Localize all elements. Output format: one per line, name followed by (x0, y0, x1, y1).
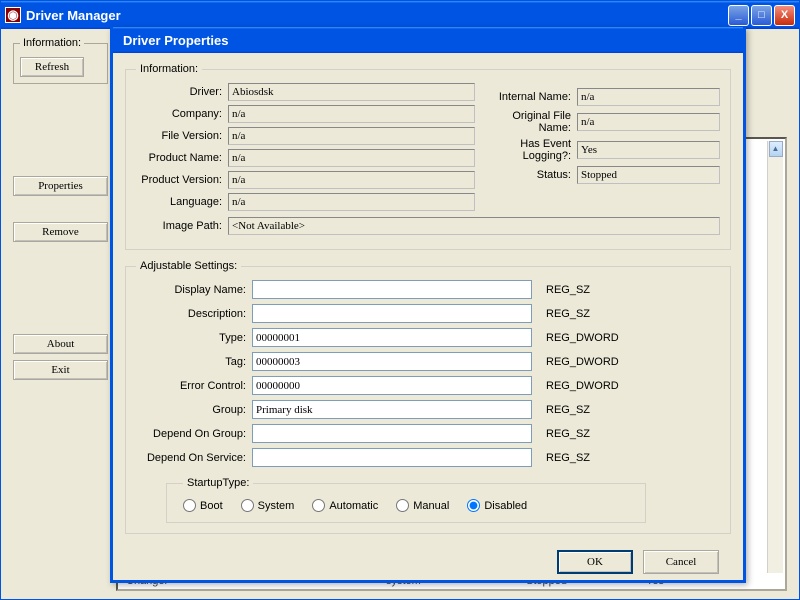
information-legend: Information: (136, 63, 202, 75)
startup-automatic-radio[interactable]: Automatic (312, 499, 378, 512)
product-version-field (228, 171, 475, 189)
ok-button[interactable]: OK (557, 550, 633, 574)
dialog-titlebar: Driver Properties (113, 27, 743, 53)
left-panel: Information: Refresh Properties Remove A… (13, 37, 108, 591)
description-input[interactable] (252, 304, 532, 323)
startup-legend: StartupType: (183, 477, 253, 489)
adjustable-settings-fieldset: Adjustable Settings: Display Name:REG_SZ… (125, 260, 731, 534)
display-name-input[interactable] (252, 280, 532, 299)
company-field (228, 105, 475, 123)
status-field (577, 166, 720, 184)
maximize-button[interactable]: □ (751, 5, 772, 26)
depend-group-input[interactable] (252, 424, 532, 443)
type-input[interactable] (252, 328, 532, 347)
properties-button[interactable]: Properties (13, 176, 108, 196)
tag-input[interactable] (252, 352, 532, 371)
internal-name-field (577, 88, 720, 106)
information-legend: Information: (20, 37, 84, 49)
file-version-field (228, 127, 475, 145)
about-button[interactable]: About (13, 334, 108, 354)
adjustable-legend: Adjustable Settings: (136, 260, 241, 272)
driver-field (228, 83, 475, 101)
dialog-title: Driver Properties (117, 33, 739, 48)
startup-boot-radio[interactable]: Boot (183, 499, 223, 512)
event-logging-field (577, 141, 720, 159)
main-title: Driver Manager (26, 8, 728, 23)
original-file-field (577, 113, 720, 131)
information-group: Information: Refresh (13, 37, 108, 84)
startup-manual-radio[interactable]: Manual (396, 499, 449, 512)
exit-button[interactable]: Exit (13, 360, 108, 380)
driver-properties-dialog: Driver Properties Information: Driver: C… (110, 27, 746, 583)
scroll-up-icon[interactable]: ▲ (769, 141, 783, 157)
remove-button[interactable]: Remove (13, 222, 108, 242)
close-button[interactable]: X (774, 5, 795, 26)
information-fieldset: Information: Driver: Company: File Versi… (125, 63, 731, 250)
startup-system-radio[interactable]: System (241, 499, 295, 512)
scrollbar-vertical[interactable]: ▲ (767, 141, 783, 587)
main-titlebar: ◉ Driver Manager _ □ X (1, 1, 799, 29)
minimize-button[interactable]: _ (728, 5, 749, 26)
startup-disabled-radio[interactable]: Disabled (467, 499, 527, 512)
cancel-button[interactable]: Cancel (643, 550, 719, 574)
refresh-button[interactable]: Refresh (20, 57, 84, 77)
product-name-field (228, 149, 475, 167)
group-input[interactable] (252, 400, 532, 419)
depend-service-input[interactable] (252, 448, 532, 467)
language-field (228, 193, 475, 211)
image-path-field (228, 217, 720, 235)
error-control-input[interactable] (252, 376, 532, 395)
app-icon: ◉ (5, 7, 21, 23)
startup-type-fieldset: StartupType: Boot System Automatic Manua… (166, 477, 646, 523)
